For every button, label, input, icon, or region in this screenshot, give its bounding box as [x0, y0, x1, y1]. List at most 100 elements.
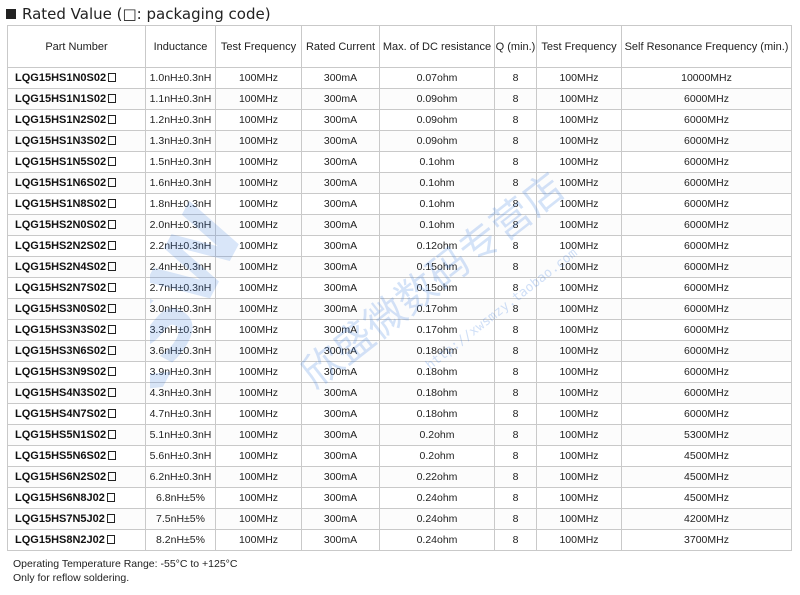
q-test-frequency-cell: 100MHz — [536, 403, 622, 425]
srf-cell: 6000MHz — [621, 193, 792, 215]
packaging-code-box-icon — [106, 535, 115, 544]
section-title-text: Rated Value (□: packaging code) — [22, 5, 271, 23]
part-number-cell: LQG15HS3N9S02 — [7, 361, 146, 383]
packaging-code-box-icon — [106, 493, 115, 502]
q-test-frequency-cell: 100MHz — [536, 67, 622, 89]
part-number-cell: LQG15HS3N3S02 — [7, 319, 146, 341]
table-row: LQG15HS4N7S02 4.7nH±0.3nH 100MHz 300mA 0.18o… — [7, 403, 792, 425]
part-number-cell: LQG15HS7N5J02 — [7, 508, 146, 530]
packaging-code-box-icon — [108, 94, 117, 103]
test-frequency-cell: 100MHz — [215, 88, 302, 110]
q-test-frequency-cell: 100MHz — [536, 466, 622, 488]
inductance-cell: 3.9nH±0.3nH — [145, 361, 216, 383]
part-number-text: LQG15HS2N7S02 — [15, 282, 107, 294]
inductance-cell: 2.4nH±0.3nH — [145, 256, 216, 278]
q-min-cell: 8 — [494, 466, 537, 488]
q-min-cell: 8 — [494, 508, 537, 530]
q-test-frequency-cell: 100MHz — [536, 151, 622, 173]
part-number-cell: LQG15HS8N2J02 — [7, 529, 146, 551]
part-number-cell: LQG15HS1N8S02 — [7, 193, 146, 215]
dc-resistance-cell: 0.2ohm — [379, 445, 495, 467]
test-frequency-cell: 100MHz — [215, 67, 302, 89]
srf-cell: 4200MHz — [621, 508, 792, 530]
part-number-text: LQG15HS3N6S02 — [15, 345, 107, 357]
q-test-frequency-cell: 100MHz — [536, 235, 622, 257]
test-frequency-cell: 100MHz — [215, 256, 302, 278]
dc-resistance-cell: 0.1ohm — [379, 214, 495, 236]
srf-cell: 6000MHz — [621, 403, 792, 425]
part-number-cell: LQG15HS1N0S02 — [7, 67, 146, 89]
packaging-code-box-icon — [108, 199, 117, 208]
packaging-code-box-icon — [108, 409, 117, 418]
column-header: Inductance — [145, 25, 216, 68]
table-row: LQG15HS8N2J02 8.2nH±5% 100MHz 300mA 0.24ohm 8… — [7, 529, 792, 551]
q-min-cell: 8 — [494, 88, 537, 110]
rated-current-cell: 300mA — [301, 466, 380, 488]
column-header: Q (min.) — [494, 25, 537, 68]
srf-cell: 4500MHz — [621, 466, 792, 488]
dc-resistance-cell: 0.09ohm — [379, 88, 495, 110]
test-frequency-cell: 100MHz — [215, 529, 302, 551]
q-test-frequency-cell: 100MHz — [536, 361, 622, 383]
q-test-frequency-cell: 100MHz — [536, 277, 622, 299]
q-min-cell: 8 — [494, 445, 537, 467]
part-number-text: LQG15HS5N6S02 — [15, 450, 107, 462]
dc-resistance-cell: 0.24ohm — [379, 508, 495, 530]
q-test-frequency-cell: 100MHz — [536, 109, 622, 131]
part-number-cell: LQG15HS2N4S02 — [7, 256, 146, 278]
q-min-cell: 8 — [494, 214, 537, 236]
srf-cell: 6000MHz — [621, 130, 792, 152]
part-number-text: LQG15HS1N0S02 — [15, 72, 107, 84]
srf-cell: 6000MHz — [621, 109, 792, 131]
dc-resistance-cell: 0.22ohm — [379, 466, 495, 488]
srf-cell: 10000MHz — [621, 67, 792, 89]
rated-current-cell: 300mA — [301, 298, 380, 320]
table-header: Part Number Inductance Test Frequency Rated… — [7, 25, 792, 68]
dc-resistance-cell: 0.24ohm — [379, 487, 495, 509]
packaging-code-box-icon — [108, 178, 117, 187]
table-row: LQG15HS5N1S02 5.1nH±0.3nH 100MHz 300mA 0.2oh… — [7, 424, 792, 446]
column-header: Self Resonance Frequency (min.) — [621, 25, 792, 68]
packaging-code-box-icon — [108, 136, 117, 145]
table-row: LQG15HS1N2S02 1.2nH±0.3nH 100MHz 300mA 0.09o… — [7, 109, 792, 131]
test-frequency-cell: 100MHz — [215, 445, 302, 467]
inductance-cell: 1.2nH±0.3nH — [145, 109, 216, 131]
table-row: LQG15HS2N0S02 2.0nH±0.3nH 100MHz 300mA 0.1oh… — [7, 214, 792, 236]
packaging-code-box-icon — [108, 157, 117, 166]
table-row: LQG15HS1N0S02 1.0nH±0.3nH 100MHz 300mA 0.07o… — [7, 67, 792, 89]
q-test-frequency-cell: 100MHz — [536, 193, 622, 215]
part-number-cell: LQG15HS4N3S02 — [7, 382, 146, 404]
part-number-cell: LQG15HS1N2S02 — [7, 109, 146, 131]
rated-current-cell: 300mA — [301, 193, 380, 215]
dc-resistance-cell: 0.1ohm — [379, 193, 495, 215]
packaging-code-box-icon — [108, 241, 117, 250]
srf-cell: 6000MHz — [621, 172, 792, 194]
q-test-frequency-cell: 100MHz — [536, 214, 622, 236]
dc-resistance-cell: 0.18ohm — [379, 382, 495, 404]
part-number-cell: LQG15HS6N8J02 — [7, 487, 146, 509]
part-number-text: LQG15HS4N3S02 — [15, 387, 107, 399]
rated-current-cell: 300mA — [301, 487, 380, 509]
column-header: Test Frequency — [215, 25, 302, 68]
packaging-code-box-icon — [108, 115, 117, 124]
q-min-cell: 8 — [494, 256, 537, 278]
packaging-code-box-icon — [108, 367, 117, 376]
srf-cell: 6000MHz — [621, 298, 792, 320]
part-number-cell: LQG15HS1N3S02 — [7, 130, 146, 152]
test-frequency-cell: 100MHz — [215, 235, 302, 257]
q-test-frequency-cell: 100MHz — [536, 130, 622, 152]
srf-cell: 6000MHz — [621, 382, 792, 404]
part-number-text: LQG15HS1N5S02 — [15, 156, 107, 168]
test-frequency-cell: 100MHz — [215, 403, 302, 425]
rated-current-cell: 300mA — [301, 130, 380, 152]
test-frequency-cell: 100MHz — [215, 466, 302, 488]
rated-current-cell: 300mA — [301, 256, 380, 278]
rated-current-cell: 300mA — [301, 319, 380, 341]
inductance-cell: 6.2nH±0.3nH — [145, 466, 216, 488]
inductance-cell: 7.5nH±5% — [145, 508, 216, 530]
inductance-cell: 5.1nH±0.3nH — [145, 424, 216, 446]
rated-current-cell: 300mA — [301, 424, 380, 446]
rated-current-cell: 300mA — [301, 508, 380, 530]
part-number-text: LQG15HS1N2S02 — [15, 114, 107, 126]
section-title: Rated Value (□: packaging code) — [6, 3, 271, 25]
